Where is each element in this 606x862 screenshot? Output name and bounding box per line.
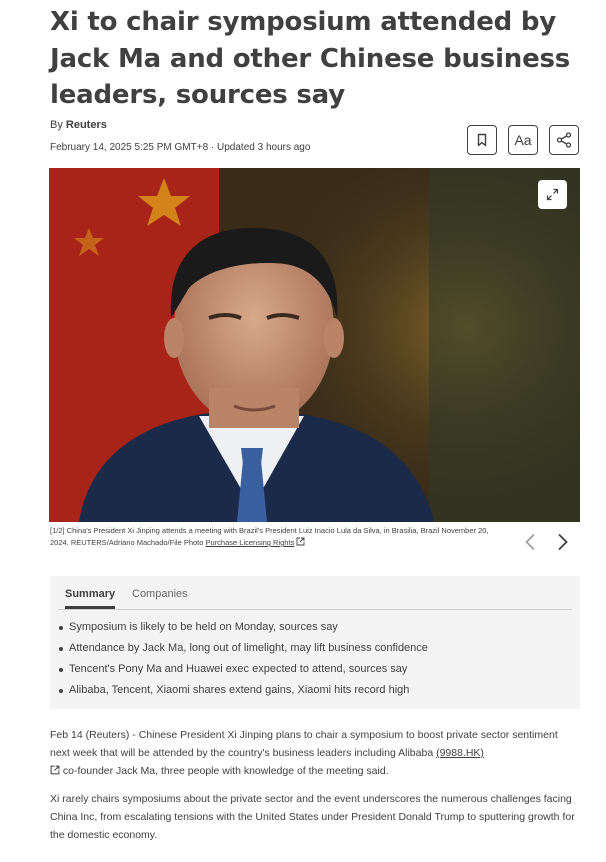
summary-bullet: Symposium is likely to be held on Monday… — [58, 620, 428, 641]
summary-bullet: Alibaba, Tencent, Xiaomi shares extend g… — [58, 683, 428, 704]
next-photo-button[interactable] — [553, 531, 573, 553]
summary-bullets: Symposium is likely to be held on Monday… — [58, 620, 428, 704]
caption-counter: [1/2] — [50, 526, 65, 535]
bookmark-button[interactable] — [467, 125, 497, 155]
article-paragraph-1: Feb 14 (Reuters) - Chinese President Xi … — [50, 726, 580, 780]
photo-caption: [1/2] China's President Xi Jinping atten… — [50, 525, 500, 549]
lead-photo[interactable] — [49, 168, 580, 522]
previous-photo-button[interactable] — [520, 531, 540, 553]
licensing-link[interactable]: Purchase Licensing Rights — [206, 538, 295, 547]
expand-icon — [546, 188, 559, 201]
summary-panel: Summary Companies Symposium is likely to… — [50, 576, 580, 709]
byline-prefix: By — [50, 119, 63, 131]
summary-bullet: Tencent's Pony Ma and Huawei exec expect… — [58, 662, 428, 683]
article-paragraph-2: Xi rarely chairs symposiums about the pr… — [50, 793, 575, 841]
bookmark-icon — [477, 133, 487, 147]
byline: By Reuters — [50, 119, 107, 131]
text-size-label: Aa — [514, 132, 532, 148]
share-button[interactable] — [549, 125, 579, 155]
paragraph-1-rest: co-founder Jack Ma, three people with kn… — [60, 765, 389, 777]
dateline: February 14, 2025 5:25 PM GMT+8 · Update… — [50, 142, 311, 153]
text-size-button[interactable]: Aa — [508, 125, 538, 155]
chevron-right-icon — [558, 533, 568, 551]
summary-bullet: Attendance by Jack Ma, long out of limel… — [58, 641, 428, 662]
tab-summary[interactable]: Summary — [65, 588, 116, 609]
summary-tabs: Summary Companies — [58, 586, 572, 610]
chevron-left-icon — [525, 533, 535, 551]
external-link-icon — [50, 765, 60, 775]
photo-illustration — [49, 168, 580, 522]
share-icon — [556, 132, 572, 148]
expand-photo-button[interactable] — [538, 180, 567, 209]
ticker-link[interactable]: (9988.HK) — [436, 747, 484, 759]
tab-companies[interactable]: Companies — [132, 588, 188, 606]
byline-author[interactable]: Reuters — [66, 119, 107, 131]
external-link-icon — [296, 537, 305, 546]
article-headline: Xi to chair symposium attended by Jack M… — [50, 7, 571, 110]
